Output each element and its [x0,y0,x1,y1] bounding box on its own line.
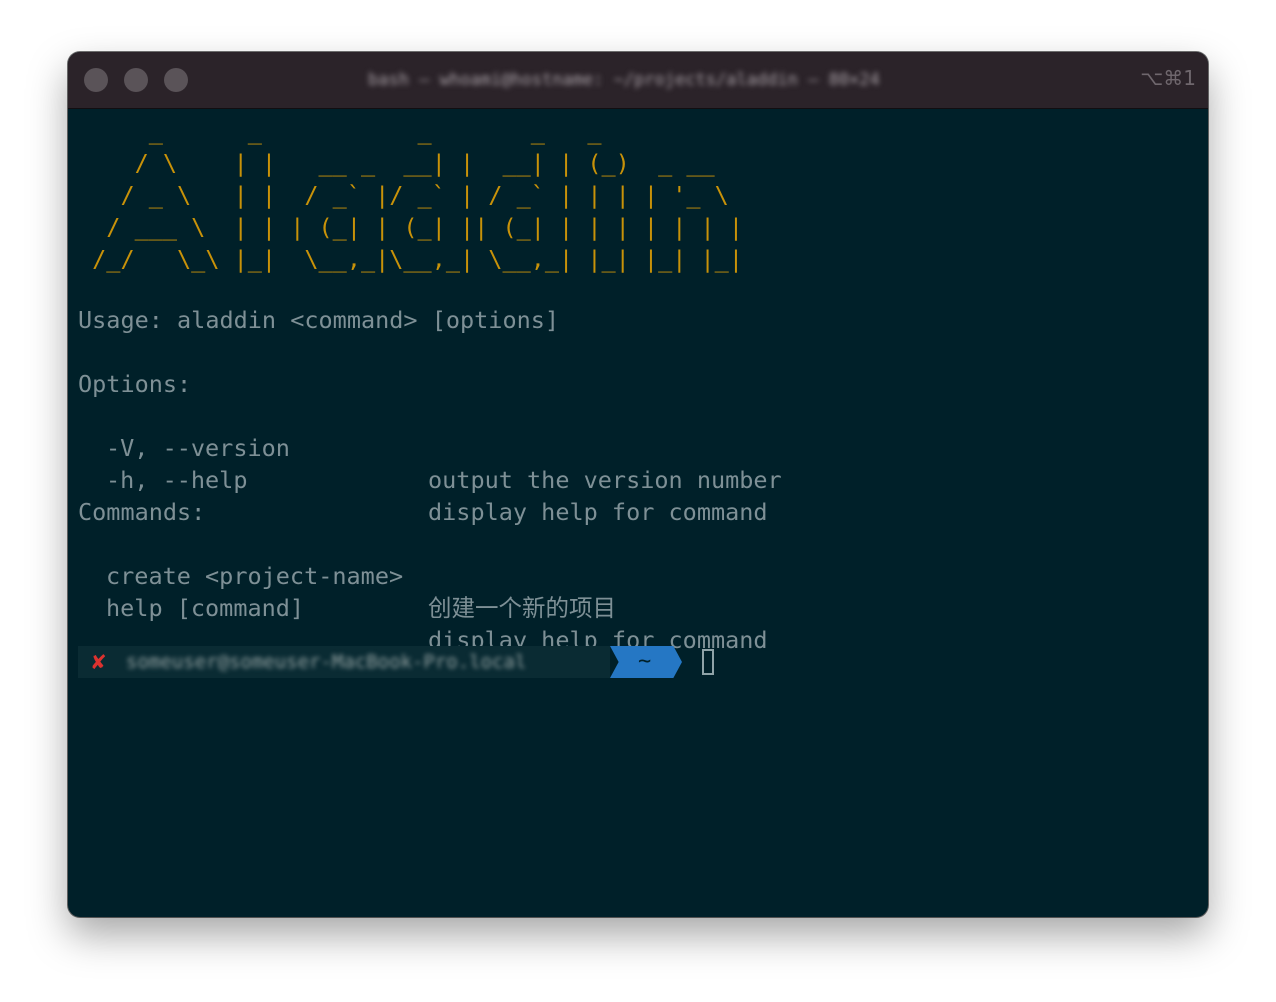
text-cursor[interactable] [702,649,714,675]
usage-line: Usage: aladdin <command> [options] [78,306,560,334]
shell-prompt: ✘ someuser@someuser-MacBook-Pro.local ~ [78,646,718,678]
commands-header: Commands: [78,498,206,526]
command-name: help [command] [106,594,305,622]
window-shortcut: ⌥⌘1 [1140,66,1196,90]
option-description: output the version number [428,466,782,494]
user-host-label: someuser@someuser-MacBook-Pro.local [126,651,527,673]
window-title: bash — whoami@hostname: ~/projects/aladd… [368,70,880,90]
command-row: create <project-name> 创建一个新的项目 [78,528,1178,622]
minimize-button[interactable] [124,68,148,92]
option-row: -V, --version output the version number [78,400,1178,494]
close-button[interactable] [84,68,108,92]
option-flag: -h, --help [106,466,248,494]
cwd-label: ~ [638,649,652,674]
aladdin-ascii-banner: _ _ _ _ _ / \ | | __ _ __| | __| | (_) _… [92,117,743,273]
command-description: 创建一个新的项目 [428,594,616,622]
option-description: display help for command [428,498,768,526]
options-header: Options: [78,370,192,398]
terminal-window: bash — whoami@hostname: ~/projects/aladd… [68,52,1208,917]
title-bar[interactable]: bash — whoami@hostname: ~/projects/aladd… [68,52,1208,109]
option-row: -h, --help display help for command [78,432,1178,526]
error-status-icon: ✘ [90,650,107,674]
terminal-content[interactable]: _ _ _ _ _ / \ | | __ _ __| | __| | (_) _… [78,108,1198,908]
command-row: help [command] display help for command [78,560,1178,654]
zoom-button[interactable] [164,68,188,92]
